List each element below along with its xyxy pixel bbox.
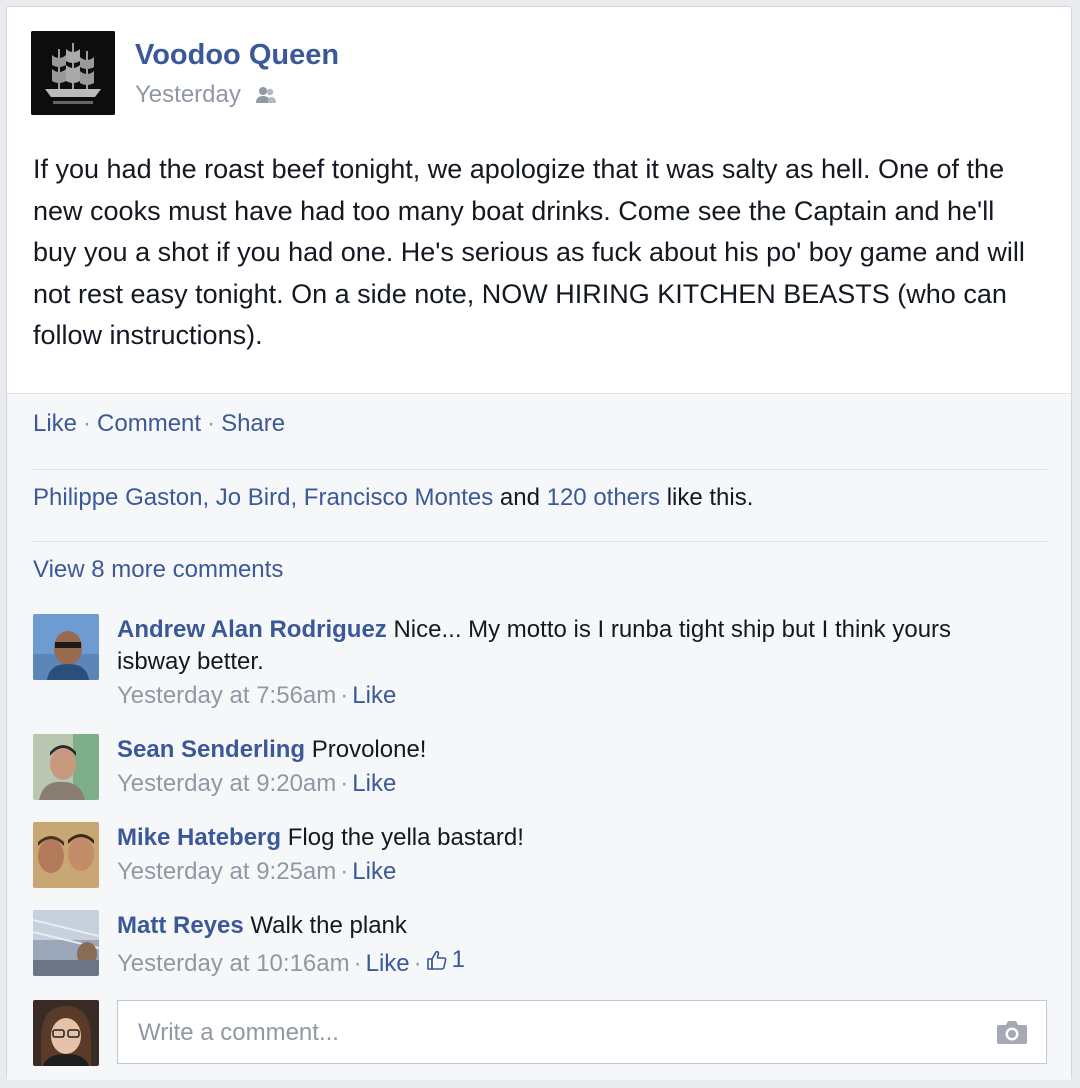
comment-like-button[interactable]: Like [352,682,396,709]
comment-meta: Yesterday at 10:16am · Like · 1 [117,944,997,980]
likes-summary: Philippe Gaston, Jo Bird, Francisco Mont… [33,484,753,512]
divider [33,469,1047,470]
comment-like-button[interactable]: Like [352,770,396,797]
like-button[interactable]: Like [33,410,77,437]
comment-time[interactable]: Yesterday at 9:25am [117,858,336,885]
thumbs-up-icon [426,950,447,970]
comment-like-button[interactable]: Like [366,950,410,977]
likes-joiner: and [493,484,547,511]
comment-body: Andrew Alan Rodriguez Nice... My motto i… [117,614,997,712]
post-actions: Like · Comment · Share [33,410,285,438]
comment-author[interactable]: Sean Senderling [117,736,305,763]
comment-time[interactable]: Yesterday at 10:16am [117,950,350,977]
comment-text: Flog the yella bastard! [281,824,524,851]
post-text: If you had the roast beef tonight, we ap… [33,154,1025,350]
post-header: Voodoo Queen Yesterday [31,31,931,117]
comment-author[interactable]: Mike Hateberg [117,824,281,851]
post-footer: Like · Comment · Share Philippe Gaston, Jo B… [7,393,1071,1080]
comment-body: Sean Senderling Provolone! Yesterday at … [117,734,997,800]
avatar[interactable] [33,614,99,680]
comment-like-button[interactable]: Like [352,858,396,885]
separator: · [340,858,349,885]
comment-time[interactable]: Yesterday at 7:56am [117,682,336,709]
comment-text: Provolone! [305,736,427,763]
separator: · [340,682,349,709]
page-name[interactable]: Voodoo Queen [135,39,339,72]
share-button[interactable]: Share [221,410,285,437]
page-avatar[interactable] [31,31,115,115]
divider [33,541,1047,542]
comment-body: Matt Reyes Walk the plank Yesterday at 1… [117,910,997,980]
current-user-avatar[interactable] [33,1000,99,1066]
avatar[interactable] [33,734,99,800]
comment-like-count[interactable]: 1 [426,944,465,976]
likes-suffix: like this. [660,484,754,511]
avatar[interactable] [33,822,99,888]
timestamp-line: Yesterday [135,81,277,109]
view-more-comments-link[interactable]: View 8 more comments [33,556,283,584]
comment-composer [33,1000,1047,1066]
like-count-value: 1 [451,946,465,973]
likes-others-link[interactable]: 120 others [547,484,660,511]
post-timestamp[interactable]: Yesterday [135,81,241,109]
separator: · [413,950,422,977]
comment-meta: Yesterday at 9:25am · Like [117,856,997,888]
comment-input-box[interactable] [117,1000,1047,1064]
comment-author[interactable]: Matt Reyes [117,912,244,939]
liker-names[interactable]: Philippe Gaston, Jo Bird, Francisco Mont… [33,484,493,511]
comment-meta: Yesterday at 9:20am · Like [117,768,997,800]
comment-meta: Yesterday at 7:56am · Like [117,680,997,712]
comment-author[interactable]: Andrew Alan Rodriguez [117,616,387,643]
comment-text: Walk the plank [243,912,407,939]
avatar[interactable] [33,910,99,976]
friends-icon[interactable] [255,85,277,105]
camera-icon[interactable] [996,1019,1028,1050]
comment-button[interactable]: Comment [97,410,201,437]
separator: · [353,950,362,977]
ship-logo-icon [31,31,115,115]
separator: · [340,770,349,797]
comment-body: Mike Hateberg Flog the yella bastard! Ye… [117,822,997,888]
separator: · [83,410,92,437]
comment-time[interactable]: Yesterday at 9:20am [117,770,336,797]
comment-input[interactable] [136,1015,980,1051]
post-card: Voodoo Queen Yesterday If you had the ro… [6,6,1072,1080]
separator: · [207,410,216,437]
